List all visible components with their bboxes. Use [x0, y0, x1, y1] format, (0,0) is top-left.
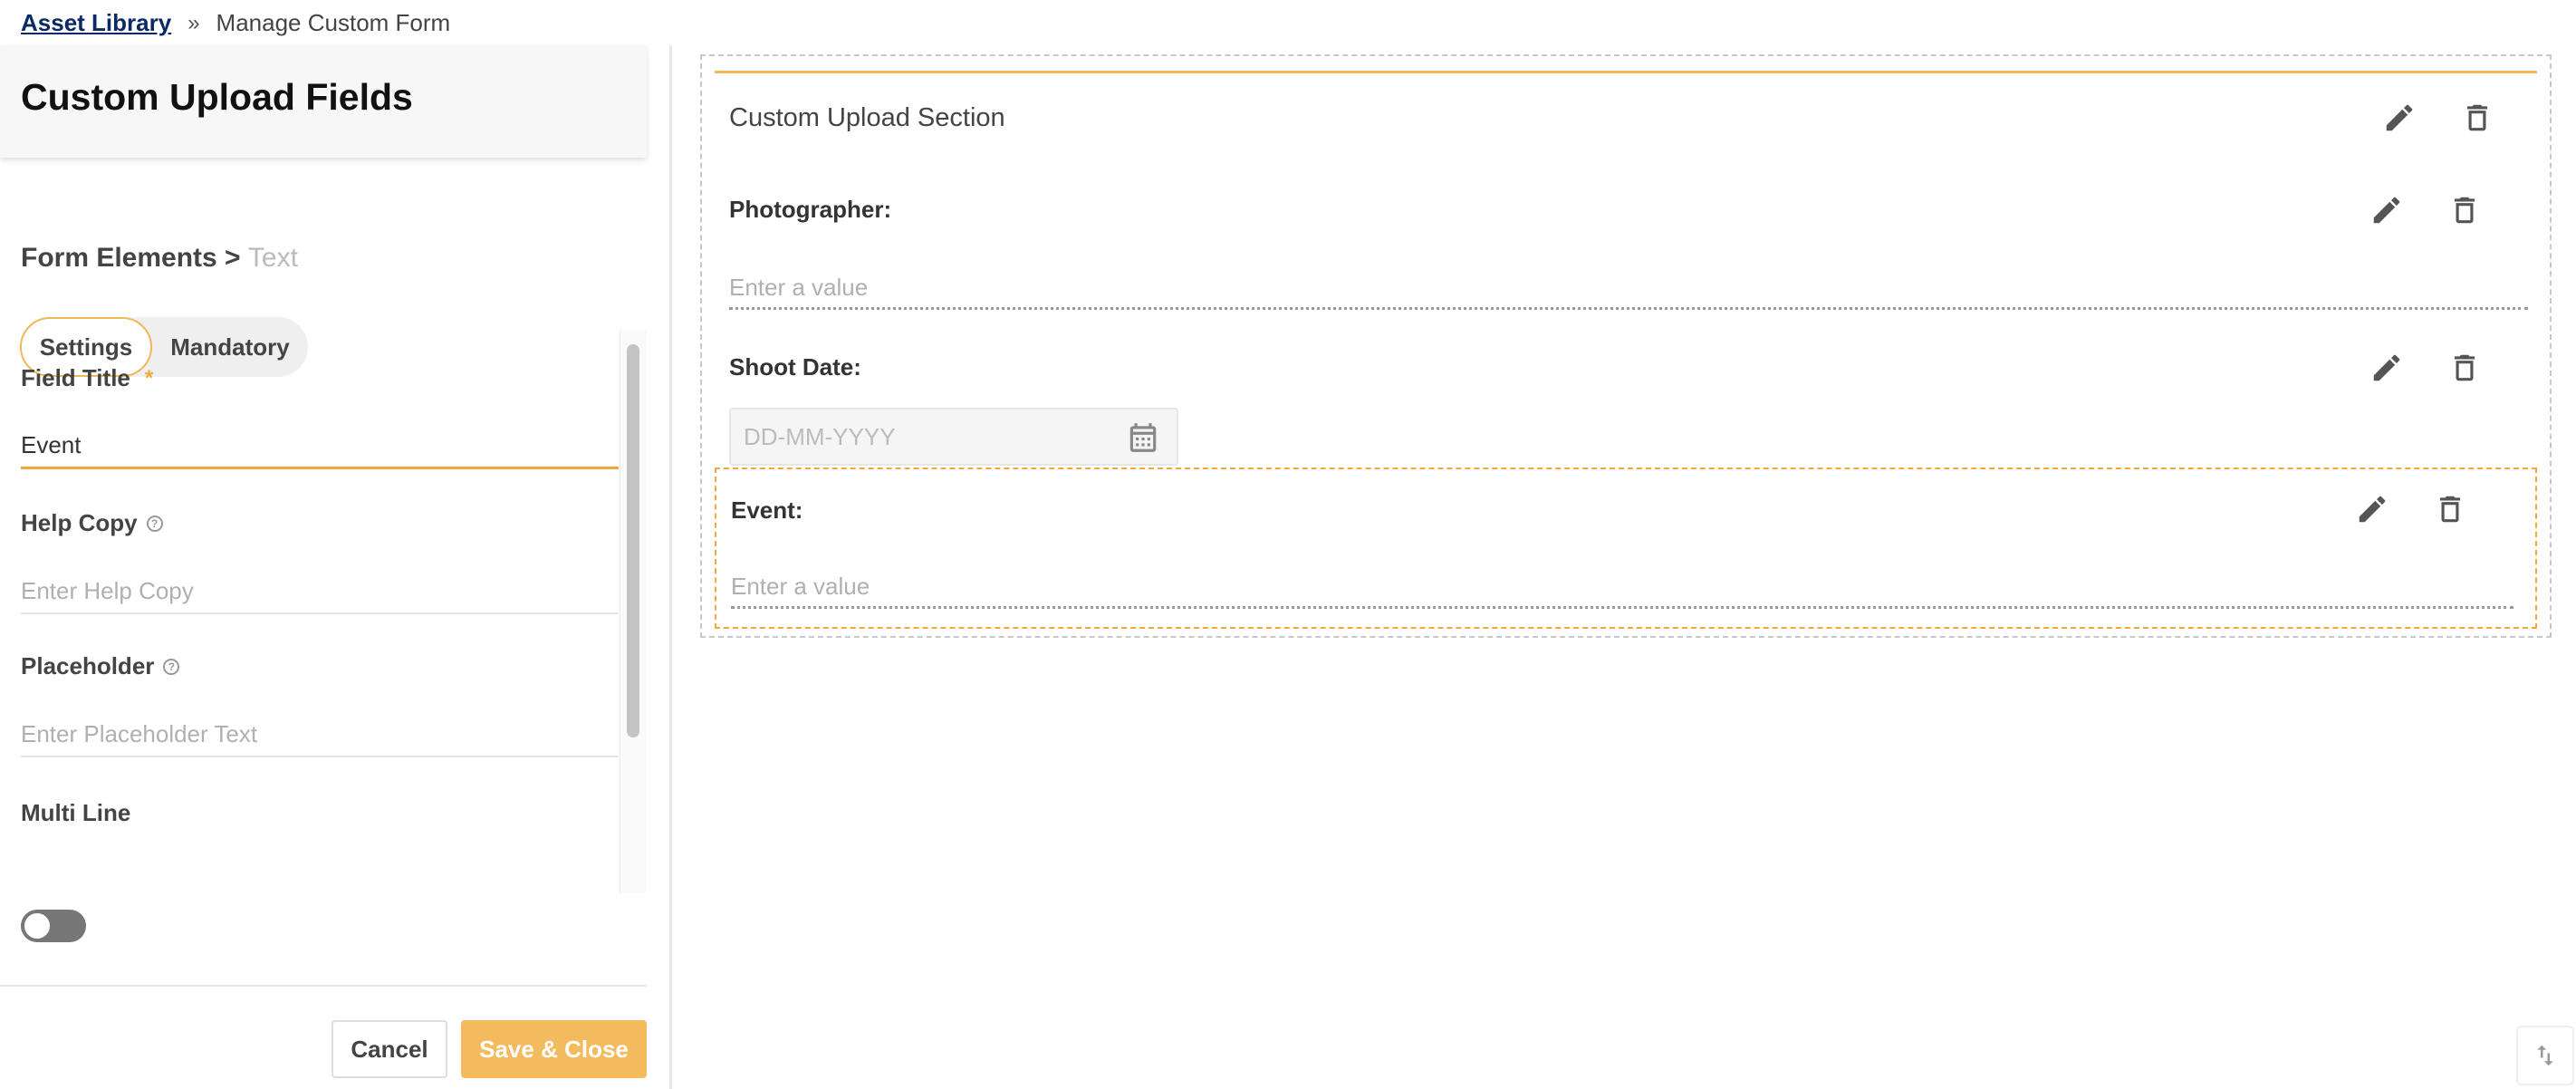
field-settings-panel: Custom Upload Fields Form Elements > Tex…	[0, 45, 672, 1089]
delete-shoot-date-button[interactable]	[2445, 348, 2485, 388]
placeholder-label-text: Placeholder	[21, 652, 155, 679]
field-title-label-text: Field Title	[21, 364, 130, 391]
edit-event-button[interactable]	[2352, 489, 2392, 529]
shoot-date-input[interactable]: DD-MM-YYYY	[729, 408, 1178, 466]
multi-line-label-text: Multi Line	[21, 799, 131, 826]
multi-line-label: Multi Line	[21, 799, 130, 827]
element-type-label: Text	[247, 243, 298, 273]
cancel-button[interactable]: Cancel	[332, 1020, 447, 1078]
event-label: Event:	[731, 496, 803, 524]
section-accent-line	[715, 71, 2537, 73]
event-field-selected[interactable]: Event: Enter a value	[715, 467, 2537, 629]
breadcrumb: Asset Library » Manage Custom Form	[21, 9, 450, 37]
multi-line-toggle[interactable]	[21, 910, 86, 942]
trash-icon	[2466, 104, 2488, 131]
help-copy-info-icon[interactable]: ?	[146, 515, 163, 532]
edit-section-button[interactable]	[2379, 98, 2419, 138]
placeholder-label: Placeholder ?	[21, 652, 180, 680]
pencil-icon	[2359, 496, 2386, 523]
delete-photographer-button[interactable]	[2445, 190, 2485, 230]
date-placeholder: DD-MM-YYYY	[744, 422, 896, 450]
photographer-input[interactable]: Enter a value	[729, 268, 2528, 310]
pencil-icon	[2373, 197, 2400, 224]
photographer-label: Photographer:	[729, 196, 892, 223]
form-elements-label: Form Elements >	[21, 243, 241, 273]
help-copy-label-text: Help Copy	[21, 509, 138, 536]
required-asterisk: *	[144, 365, 154, 390]
settings-scrollbar-thumb[interactable]	[627, 344, 639, 737]
help-copy-input[interactable]	[21, 569, 619, 614]
pencil-icon	[2373, 354, 2400, 381]
section-title: Custom Upload Section	[729, 103, 1005, 132]
form-elements-crumb: Form Elements > Text	[21, 243, 298, 274]
trash-icon	[2439, 496, 2461, 523]
scroll-toggle-button[interactable]	[2516, 1026, 2574, 1085]
custom-upload-section: Custom Upload Section Photographer: Ente…	[700, 54, 2552, 638]
delete-section-button[interactable]	[2457, 98, 2497, 138]
sort-arrows-icon	[2537, 1045, 2553, 1066]
placeholder-input[interactable]	[21, 712, 619, 757]
panel-footer-divider	[0, 985, 647, 987]
field-title-input[interactable]	[21, 424, 619, 469]
edit-shoot-date-button[interactable]	[2367, 348, 2407, 388]
toggle-knob	[23, 911, 52, 940]
breadcrumb-current: Manage Custom Form	[216, 9, 451, 36]
edit-photographer-button[interactable]	[2367, 190, 2407, 230]
event-input[interactable]: Enter a value	[731, 567, 2514, 609]
pencil-icon	[2386, 104, 2413, 131]
panel-header: Custom Upload Fields	[0, 45, 647, 158]
breadcrumb-asset-library-link[interactable]: Asset Library	[21, 9, 171, 37]
delete-event-button[interactable]	[2430, 489, 2470, 529]
placeholder-info-icon[interactable]: ?	[163, 658, 180, 675]
save-close-button[interactable]: Save & Close	[461, 1020, 647, 1078]
help-copy-label: Help Copy ?	[21, 509, 163, 537]
breadcrumb-separator: »	[187, 10, 200, 35]
panel-title: Custom Upload Fields	[21, 76, 413, 118]
trash-icon	[2454, 354, 2475, 381]
field-title-label: Field Title *	[21, 364, 153, 392]
shoot-date-label: Shoot Date:	[729, 353, 861, 381]
calendar-icon[interactable]	[1126, 420, 1160, 461]
trash-icon	[2454, 197, 2475, 224]
tab-mandatory[interactable]: Mandatory	[152, 317, 308, 377]
